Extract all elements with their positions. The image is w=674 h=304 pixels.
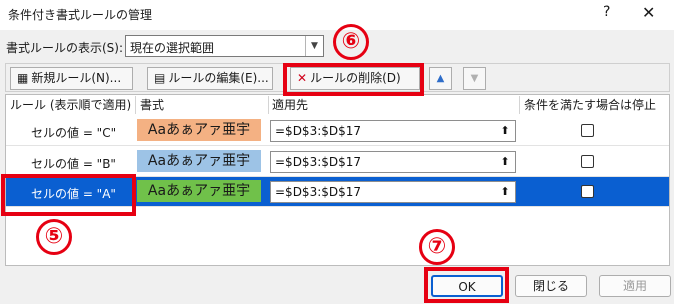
stop-if-true-checkbox[interactable] [581,185,594,198]
new-rule-icon: ▦ [17,71,29,85]
callout-highlight-ok [424,267,509,303]
applies-to-field[interactable]: =$D$3:$D$17 ⬆ [270,151,516,173]
collapse-dialog-icon[interactable]: ⬆ [497,153,513,171]
close-window-button[interactable]: ✕ [642,3,655,22]
format-preview: Aaあぁアァ亜宇 [137,150,261,172]
format-preview: Aaあぁアァ亜宇 [137,119,261,141]
column-header-stop: 条件を満たす場合は停止 [524,98,657,112]
edit-rule-button[interactable]: ▤ ルールの編集(E)... [147,67,273,90]
scope-select[interactable]: 現在の選択範囲 ▼ [125,35,324,57]
help-button[interactable]: ? [603,4,610,20]
applies-to-value: =$D$3:$D$17 [275,155,362,169]
apply-button[interactable]: 適用 [599,275,671,297]
chevron-down-icon: ▼ [470,73,479,84]
callout-highlight-rule [1,174,136,216]
collapse-dialog-icon[interactable]: ⬆ [497,122,513,140]
table-row[interactable]: セルの値 = "B" Aaあぁアァ亜宇 =$D$3:$D$17 ⬆ [6,147,669,177]
column-header-format: 書式 [140,98,165,112]
header-divider [135,96,136,114]
callout-highlight-delete [283,63,424,96]
show-rules-label: 書式ルールの表示(S): [6,41,124,55]
rule-text: セルの値 = "B" [31,157,116,171]
close-button[interactable]: 閉じる [515,275,587,297]
callout-number-six: ⑥ [333,24,369,60]
edit-rule-label: ルールの編集(E)... [168,71,269,85]
table-row[interactable]: セルの値 = "C" Aaあぁアァ亜宇 =$D$3:$D$17 ⬆ [6,116,669,146]
stop-if-true-checkbox[interactable] [581,155,594,168]
applies-to-value: =$D$3:$D$17 [275,124,362,138]
header-divider [519,96,520,114]
scope-select-value: 現在の選択範囲 [130,41,215,55]
applies-to-field[interactable]: =$D$3:$D$17 ⬆ [270,181,516,203]
stop-if-true-checkbox[interactable] [581,124,594,137]
applies-to-value: =$D$3:$D$17 [275,185,362,199]
title-bar: 条件付き書式ルールの管理 ? ✕ [0,0,674,30]
chevron-up-icon: ▲ [436,73,445,84]
header-divider [268,96,269,114]
new-rule-button[interactable]: ▦ 新規ルール(N)... [10,67,133,90]
edit-rule-icon: ▤ [154,71,166,85]
rule-text: セルの値 = "C" [31,126,117,140]
collapse-dialog-icon[interactable]: ⬆ [497,183,513,201]
move-down-button[interactable]: ▼ [463,67,486,90]
callout-number-seven: ⑦ [419,229,455,265]
window-title: 条件付き書式ルールの管理 [8,8,153,22]
format-preview: Aaあぁアァ亜宇 [137,180,261,202]
move-up-button[interactable]: ▲ [429,67,452,90]
chevron-down-icon[interactable]: ▼ [305,36,323,56]
column-header-applies: 適用先 [272,98,309,112]
applies-to-field[interactable]: =$D$3:$D$17 ⬆ [270,120,516,142]
callout-number-five: ⑤ [36,219,72,255]
column-header-rule: ルール (表示順で適用) [10,98,132,112]
new-rule-label: 新規ルール(N)... [31,71,122,85]
